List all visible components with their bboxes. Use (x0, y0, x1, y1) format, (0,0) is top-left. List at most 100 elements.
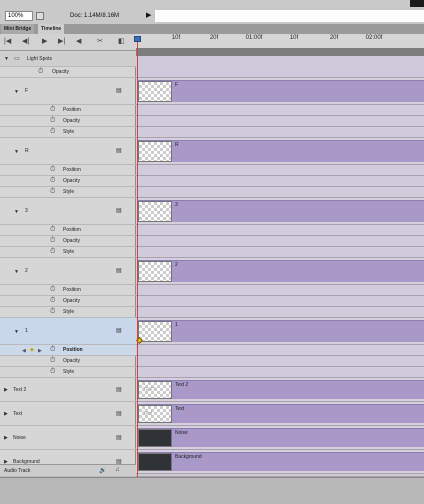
track-f[interactable]: F (136, 78, 424, 105)
clip-text-2[interactable]: TEXT Text 2 (138, 380, 424, 399)
filmstrip-icon[interactable]: ▤ (116, 87, 122, 94)
clip-f[interactable]: F (138, 80, 424, 102)
property-row[interactable]: ⏱ Opacity (0, 296, 136, 307)
status-menu-arrow-icon[interactable]: ▶ (146, 11, 151, 21)
zoom-field[interactable]: 100% (5, 11, 33, 21)
property-track[interactable] (136, 236, 424, 247)
transition-icon[interactable]: ◧ (118, 37, 125, 47)
group-row-light-spots[interactable]: ▼ ▭ Light Spots (0, 51, 136, 67)
track-background[interactable]: Background (136, 450, 424, 474)
layer-row-text-2[interactable]: ▶ Text 2 ▤ (0, 378, 136, 402)
property-row[interactable]: ⏱ Style (0, 247, 136, 258)
triangle-down-icon[interactable]: ▼ (14, 329, 19, 335)
clip-background[interactable]: Background (138, 452, 424, 471)
work-area-bar[interactable] (136, 48, 424, 56)
clip-1[interactable]: 1 (138, 320, 424, 342)
property-track[interactable] (136, 127, 424, 138)
tab-mini-bridge[interactable]: Mini Bridge (1, 24, 35, 34)
stopwatch-icon[interactable]: ⏱ (50, 188, 55, 196)
layer-row-3[interactable]: ▼ 3 ▤ (0, 198, 136, 225)
prev-frame-icon[interactable]: ◀| (22, 37, 29, 47)
track-r[interactable]: R (136, 138, 424, 165)
stopwatch-icon[interactable]: ⏱ (50, 308, 55, 316)
property-row[interactable]: ⏱ Style (0, 367, 136, 378)
audio-icon[interactable]: ◀ (76, 37, 81, 47)
tab-timeline[interactable]: Timeline (38, 24, 65, 34)
layer-row-f[interactable]: ▼ F ▤ (0, 78, 136, 105)
property-row[interactable]: ⏱ Style (0, 187, 136, 198)
stopwatch-icon[interactable]: ⏱ (50, 368, 55, 376)
property-row[interactable]: ⏱ Position (0, 225, 136, 236)
stopwatch-icon[interactable]: ⏱ (50, 106, 55, 114)
property-row[interactable]: ⏱ Position (0, 105, 136, 116)
audio-track-row[interactable]: Audio Track 🔊 ♫ (0, 464, 136, 477)
triangle-right-icon[interactable]: ▶ (4, 387, 8, 393)
stopwatch-icon[interactable]: ⏱ (38, 68, 43, 76)
filmstrip-icon[interactable]: ▤ (116, 327, 122, 334)
stopwatch-icon[interactable]: ⏱ (50, 286, 55, 294)
filmstrip-icon[interactable]: ▤ (116, 207, 122, 214)
property-track[interactable] (136, 247, 424, 258)
layer-row-text[interactable]: ▶ Text ▤ (0, 402, 136, 426)
track-text-2[interactable]: TEXT Text 2 (136, 378, 424, 402)
property-track[interactable] (136, 105, 424, 116)
property-track[interactable] (136, 176, 424, 187)
clip-text[interactable]: Text Text (138, 404, 424, 423)
property-row[interactable]: ⏱ Style (0, 307, 136, 318)
triangle-right-icon[interactable]: ▶ (4, 435, 8, 441)
layer-row-2[interactable]: ▼ 2 ▤ (0, 258, 136, 285)
track-3[interactable]: 3 (136, 198, 424, 225)
layer-row-1-selected[interactable]: ▼ 1 ▤ (0, 318, 136, 345)
filmstrip-icon[interactable]: ▤ (116, 267, 122, 274)
property-track[interactable] (136, 165, 424, 176)
zoom-icon[interactable] (36, 12, 44, 20)
property-row[interactable]: ⏱ Opacity (0, 176, 136, 187)
playhead-line[interactable] (137, 38, 138, 477)
layer-row-r[interactable]: ▼ R ▤ (0, 138, 136, 165)
filmstrip-icon[interactable]: ▤ (116, 147, 122, 154)
property-track[interactable] (136, 285, 424, 296)
stopwatch-icon[interactable]: ⏱ (50, 177, 55, 185)
property-track[interactable] (136, 296, 424, 307)
stopwatch-icon[interactable]: ⏱ (50, 166, 55, 174)
filmstrip-icon[interactable]: ▤ (116, 410, 122, 417)
triangle-right-icon[interactable]: ▶ (4, 411, 8, 417)
prev-keyframe-icon[interactable]: ◀ (22, 348, 26, 354)
play-icon[interactable]: ▶ (42, 37, 47, 47)
property-track[interactable] (136, 367, 424, 378)
track-text[interactable]: Text Text (136, 402, 424, 426)
stopwatch-icon[interactable]: ⏱ (50, 237, 55, 245)
filmstrip-icon[interactable]: ▤ (116, 434, 122, 441)
next-keyframe-icon[interactable]: ▶ (38, 348, 42, 354)
triangle-down-icon[interactable]: ▼ (14, 149, 19, 155)
speaker-icon[interactable]: 🔊 (99, 467, 106, 474)
triangle-down-icon[interactable]: ▼ (14, 89, 19, 95)
layer-row-noise[interactable]: ▶ Noise ▤ (0, 426, 136, 450)
keyframe-diamond-icon[interactable]: ◆ (30, 347, 34, 353)
stopwatch-icon[interactable]: ⏱ (50, 357, 55, 365)
stopwatch-icon[interactable]: ⏱ (50, 248, 55, 256)
triangle-down-icon[interactable]: ▼ (14, 209, 19, 215)
property-row[interactable]: ⏱ Position (0, 285, 136, 296)
stopwatch-icon[interactable]: ⏱ (50, 226, 55, 234)
clip-3[interactable]: 3 (138, 200, 424, 222)
filmstrip-icon[interactable]: ▤ (116, 386, 122, 393)
property-track[interactable] (136, 356, 424, 367)
next-frame-icon[interactable]: ▶| (58, 37, 65, 47)
track-noise[interactable]: Noise (136, 426, 424, 450)
track-2[interactable]: 2 (136, 258, 424, 285)
triangle-down-icon[interactable]: ▼ (4, 56, 9, 62)
property-row[interactable]: ⏱ Opacity (0, 356, 136, 367)
stopwatch-icon[interactable]: ⏱ (50, 346, 55, 354)
property-row-position[interactable]: ◀ ◆ ▶ ⏱ Position (0, 345, 136, 356)
property-track[interactable] (136, 225, 424, 236)
property-row[interactable]: ⏱ Style (0, 127, 136, 138)
property-row[interactable]: ⏱ Position (0, 165, 136, 176)
property-track-position[interactable] (136, 345, 424, 356)
stopwatch-icon[interactable]: ⏱ (50, 297, 55, 305)
clip-noise[interactable]: Noise (138, 428, 424, 447)
property-row[interactable]: ⏱ Opacity (0, 236, 136, 247)
group-opacity-row[interactable]: ⏱ Opacity (0, 67, 136, 78)
property-row[interactable]: ⏱ Opacity (0, 116, 136, 127)
triangle-down-icon[interactable]: ▼ (14, 269, 19, 275)
